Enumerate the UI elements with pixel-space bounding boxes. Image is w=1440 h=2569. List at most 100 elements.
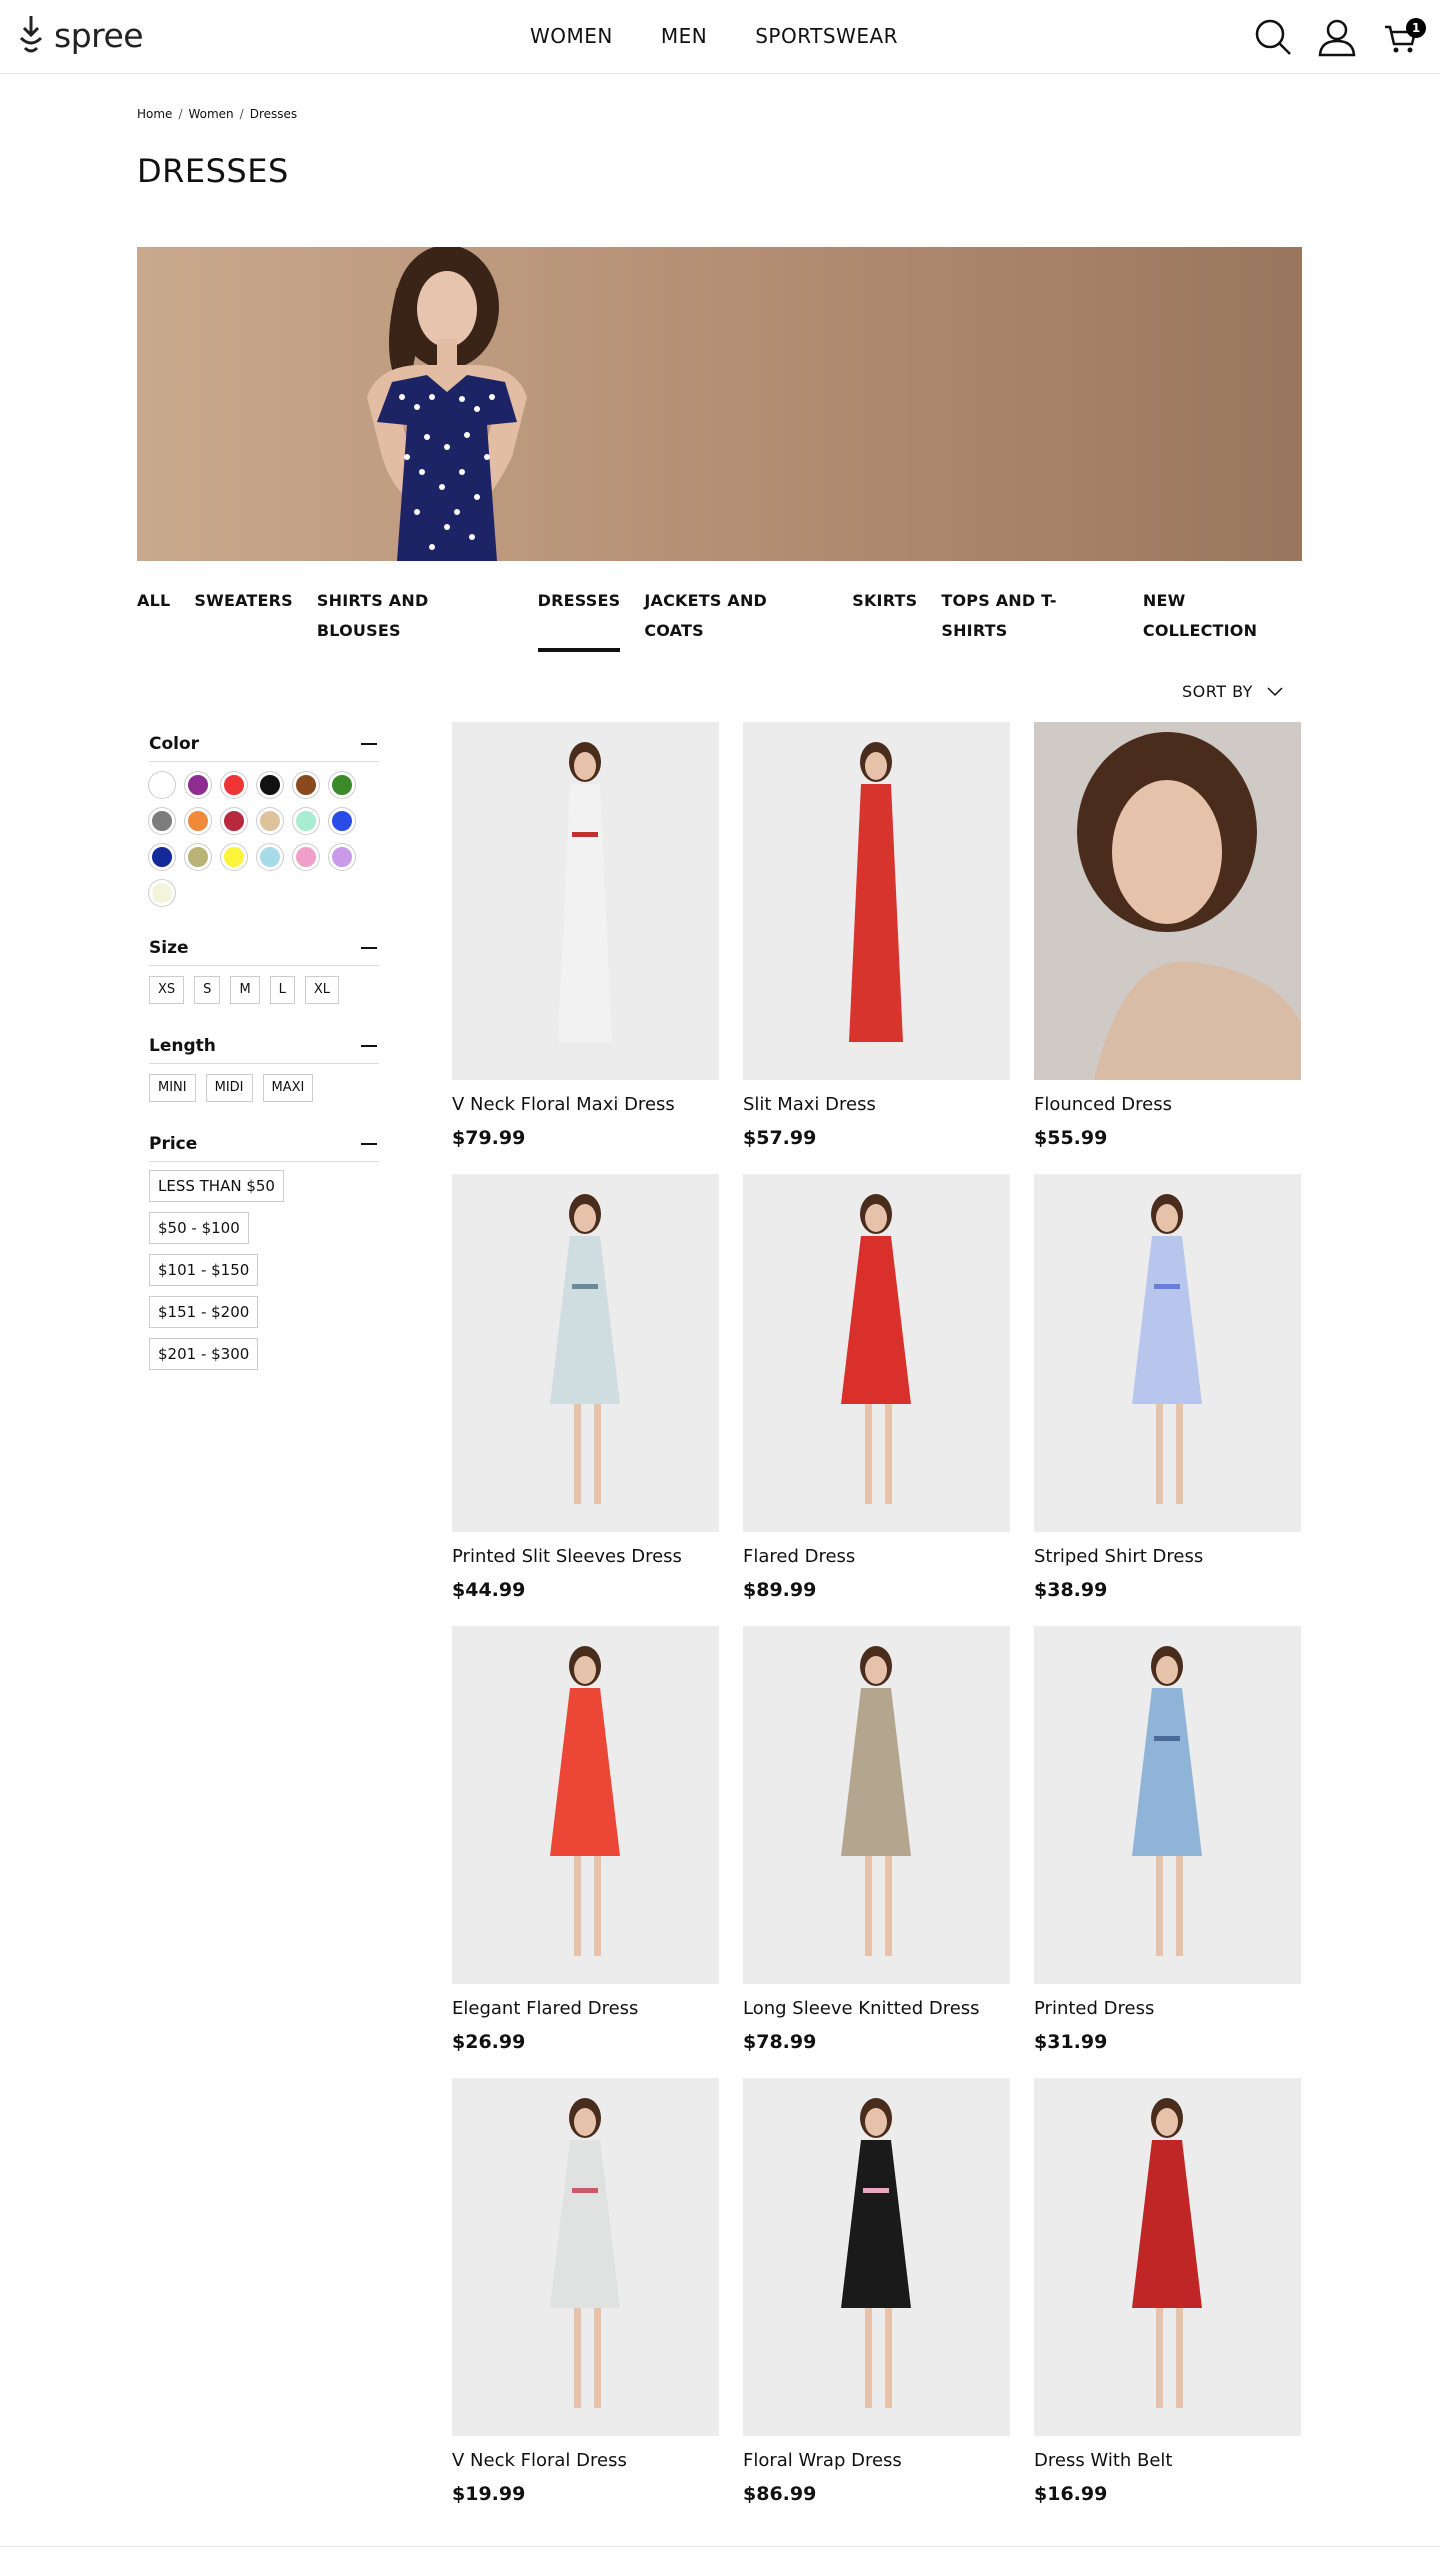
product-image[interactable]	[743, 1174, 1010, 1532]
color-swatch[interactable]	[329, 808, 355, 834]
color-swatch[interactable]	[149, 808, 175, 834]
product-image[interactable]	[452, 722, 719, 1080]
length-option[interactable]: MINI	[149, 1074, 196, 1102]
product-image[interactable]	[743, 2078, 1010, 2436]
size-option[interactable]: XS	[149, 976, 185, 1004]
tab-tops-and-t-shirts[interactable]: TOPS AND T-SHIRTS	[941, 586, 1119, 650]
product-name[interactable]: Printed Slit Sleeves Dress	[452, 1544, 719, 1570]
collapse-icon[interactable]	[361, 1142, 377, 1145]
size-option[interactable]: XL	[304, 976, 340, 1004]
product-card[interactable]: Flounced Dress $55.99	[1034, 722, 1301, 1174]
price-option[interactable]: $151 - $200	[149, 1296, 259, 1328]
product-grid: V Neck Floral Maxi Dress $79.99 Slit Maxi …	[452, 722, 1302, 2530]
product-card[interactable]: Printed Dress $31.99	[1034, 1626, 1301, 2078]
product-photo	[452, 1626, 719, 1984]
color-swatch[interactable]	[221, 772, 247, 798]
product-photo	[1034, 722, 1301, 1080]
product-card[interactable]: Elegant Flared Dress $26.99	[452, 1626, 719, 2078]
size-option[interactable]: M	[230, 976, 260, 1004]
product-name[interactable]: Long Sleeve Knitted Dress	[743, 1996, 1010, 2022]
product-card[interactable]: Long Sleeve Knitted Dress $78.99	[743, 1626, 1010, 2078]
size-option[interactable]: S	[194, 976, 221, 1004]
color-swatch[interactable]	[149, 844, 175, 870]
product-image[interactable]	[452, 1174, 719, 1532]
color-swatch[interactable]	[293, 772, 319, 798]
product-card[interactable]: Floral Wrap Dress $86.99	[743, 2078, 1010, 2530]
color-swatch[interactable]	[149, 880, 175, 906]
product-name[interactable]: Flounced Dress	[1034, 1092, 1301, 1118]
size-filter-header[interactable]: Size	[149, 930, 379, 966]
color-swatch[interactable]	[257, 844, 283, 870]
tab-jackets-and-coats[interactable]: JACKETS AND COATS	[644, 586, 828, 650]
cart-icon[interactable]: 1	[1380, 16, 1426, 58]
breadcrumb-home[interactable]: Home	[137, 107, 172, 121]
product-image[interactable]	[1034, 1626, 1301, 1984]
product-image[interactable]	[452, 1626, 719, 1984]
product-image[interactable]	[743, 1626, 1010, 1984]
search-icon[interactable]	[1252, 16, 1294, 58]
color-swatch[interactable]	[257, 808, 283, 834]
product-image[interactable]	[1034, 722, 1301, 1080]
product-price: $31.99	[1034, 2031, 1108, 2053]
account-icon[interactable]	[1316, 16, 1358, 58]
length-option[interactable]: MIDI	[205, 1074, 253, 1102]
price-option[interactable]: $50 - $100	[149, 1212, 249, 1244]
collapse-icon[interactable]	[361, 742, 377, 745]
product-photo	[1034, 1626, 1301, 1984]
color-swatch[interactable]	[329, 844, 355, 870]
product-name[interactable]: Floral Wrap Dress	[743, 2448, 1010, 2474]
color-swatch[interactable]	[329, 772, 355, 798]
tab-all[interactable]: ALL	[137, 586, 170, 650]
nav-sportswear[interactable]: SPORTSWEAR	[755, 22, 898, 50]
product-name[interactable]: Dress With Belt	[1034, 2448, 1301, 2474]
tab-new-collection[interactable]: NEW COLLECTION	[1143, 586, 1302, 650]
logo[interactable]: spree	[16, 12, 144, 60]
color-swatch[interactable]	[185, 844, 211, 870]
product-card[interactable]: Flared Dress $89.99	[743, 1174, 1010, 1626]
tab-dresses[interactable]: DRESSES	[537, 586, 621, 652]
collapse-icon[interactable]	[361, 946, 377, 949]
product-card[interactable]: Striped Shirt Dress $38.99	[1034, 1174, 1301, 1626]
length-option[interactable]: MAXI	[262, 1074, 314, 1102]
product-name[interactable]: Elegant Flared Dress	[452, 1996, 719, 2022]
color-swatch[interactable]	[293, 844, 319, 870]
product-image[interactable]	[452, 2078, 719, 2436]
color-swatch[interactable]	[185, 772, 211, 798]
product-card[interactable]: Slit Maxi Dress $57.99	[743, 722, 1010, 1174]
length-filter-header[interactable]: Length	[149, 1028, 379, 1064]
color-swatch[interactable]	[149, 772, 175, 798]
tab-skirts[interactable]: SKIRTS	[852, 586, 917, 650]
size-option[interactable]: L	[269, 976, 295, 1004]
color-swatch[interactable]	[257, 772, 283, 798]
filters-sidebar: Color Size XS S M L XL Length MINI MIDI …	[149, 726, 379, 1370]
price-filter-header[interactable]: Price	[149, 1126, 379, 1162]
tab-shirts-and-blouses[interactable]: SHIRTS AND BLOUSES	[317, 586, 514, 650]
price-option[interactable]: LESS THAN $50	[149, 1170, 284, 1202]
product-image[interactable]	[1034, 1174, 1301, 1532]
product-name[interactable]: Printed Dress	[1034, 1996, 1301, 2022]
product-card[interactable]: Dress With Belt $16.99	[1034, 2078, 1301, 2530]
color-swatch[interactable]	[293, 808, 319, 834]
product-name[interactable]: Striped Shirt Dress	[1034, 1544, 1301, 1570]
color-filter-header[interactable]: Color	[149, 726, 379, 762]
collapse-icon[interactable]	[361, 1044, 377, 1047]
product-image[interactable]	[743, 722, 1010, 1080]
product-name[interactable]: V Neck Floral Maxi Dress	[452, 1092, 719, 1118]
color-swatch[interactable]	[185, 808, 211, 834]
product-card[interactable]: V Neck Floral Maxi Dress $79.99	[452, 722, 719, 1174]
product-name[interactable]: V Neck Floral Dress	[452, 2448, 719, 2474]
sort-dropdown[interactable]: SORT BY	[1182, 682, 1283, 701]
price-option[interactable]: $201 - $300	[149, 1338, 259, 1370]
product-card[interactable]: Printed Slit Sleeves Dress $44.99	[452, 1174, 719, 1626]
color-swatch[interactable]	[221, 808, 247, 834]
product-card[interactable]: V Neck Floral Dress $19.99	[452, 2078, 719, 2530]
breadcrumb-women[interactable]: Women	[188, 107, 233, 121]
product-name[interactable]: Slit Maxi Dress	[743, 1092, 1010, 1118]
nav-women[interactable]: WOMEN	[530, 22, 613, 50]
color-swatch[interactable]	[221, 844, 247, 870]
product-image[interactable]	[1034, 2078, 1301, 2436]
product-name[interactable]: Flared Dress	[743, 1544, 1010, 1570]
price-option[interactable]: $101 - $150	[149, 1254, 259, 1286]
tab-sweaters[interactable]: SWEATERS	[194, 586, 293, 650]
nav-men[interactable]: MEN	[661, 22, 707, 50]
